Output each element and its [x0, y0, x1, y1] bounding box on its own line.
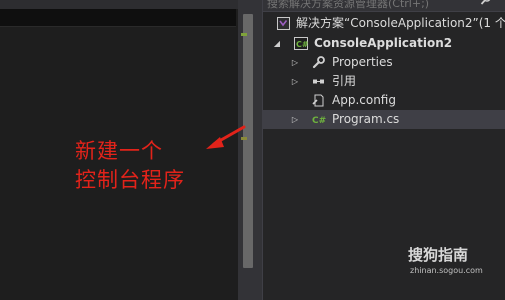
config-file-icon [312, 94, 325, 107]
annotation-line-2: 控制台程序 [75, 168, 185, 192]
scrollbar-change-marker [241, 33, 247, 36]
solution-label: 解决方案“ConsoleApplication2”(1 个项 [296, 16, 505, 30]
annotation-line-1: 新建一个 [75, 139, 163, 163]
annotation-arrow-icon [206, 125, 246, 149]
solution-icon [277, 17, 290, 30]
references-icon [312, 75, 325, 88]
tree-item-references[interactable]: ▷ 引用 [263, 72, 505, 91]
editor-tab-bar [0, 0, 238, 9]
editor-navigation-bar[interactable] [0, 9, 236, 27]
search-icon[interactable] [480, 0, 496, 9]
csharp-project-icon: C# [294, 37, 309, 50]
program-cs-label: Program.cs [332, 112, 400, 126]
expanded-arrow-icon[interactable]: ◢ [272, 34, 282, 53]
app-config-label: App.config [332, 93, 396, 107]
tree-item-solution[interactable]: 解决方案“ConsoleApplication2”(1 个项 [263, 14, 505, 33]
annotation-text: 新建一个 控制台程序 [75, 137, 185, 195]
svg-text:C#: C# [312, 116, 326, 126]
collapsed-arrow-icon[interactable]: ▷ [290, 53, 300, 72]
tree-item-program-cs[interactable]: ▷ C# Program.cs [263, 110, 505, 129]
tree-item-project[interactable]: ◢ C# ConsoleApplication2 [263, 34, 505, 53]
collapsed-arrow-icon[interactable]: ▷ [290, 72, 300, 91]
watermark: 搜狗指南 zhinan.sogou.com [408, 242, 500, 282]
solution-explorer-search[interactable] [263, 0, 505, 12]
tree-item-properties[interactable]: ▷ Properties [263, 53, 505, 72]
references-label: 引用 [332, 74, 357, 88]
solution-explorer-search-input[interactable] [267, 0, 479, 10]
properties-label: Properties [332, 55, 393, 69]
tree-item-app-config[interactable]: App.config [263, 91, 505, 110]
csharp-file-icon: C# [312, 113, 328, 126]
svg-text:C#: C# [296, 40, 308, 49]
watermark-logo: 搜狗指南 [408, 246, 469, 264]
watermark-url: zhinan.sogou.com [410, 266, 483, 275]
project-label: ConsoleApplication2 [314, 36, 453, 50]
collapsed-arrow-icon[interactable]: ▷ [290, 110, 300, 129]
wrench-icon [312, 56, 325, 69]
